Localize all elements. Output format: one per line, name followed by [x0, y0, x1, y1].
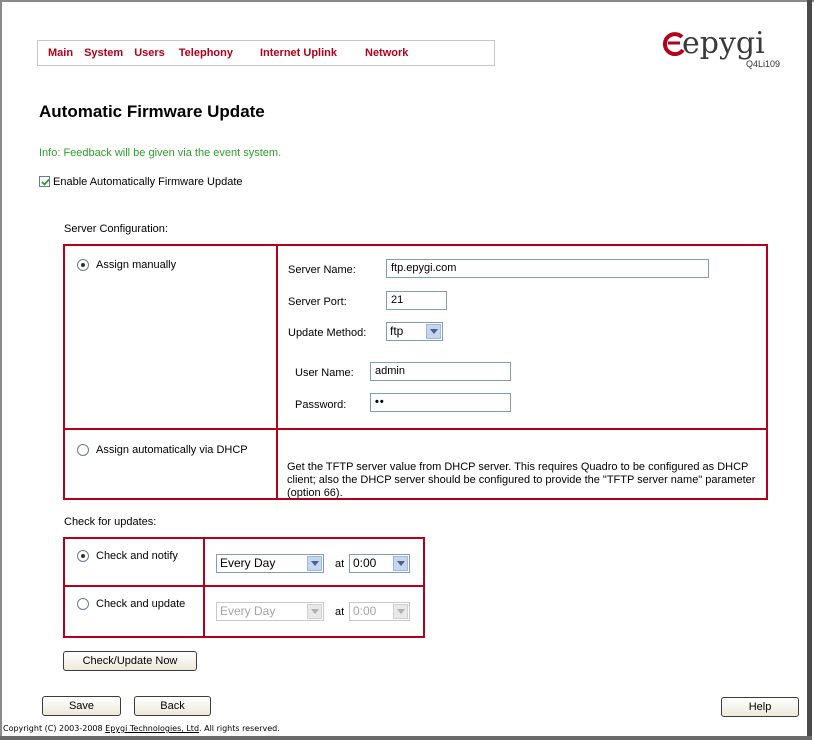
update-frequency-select: Every Day [216, 602, 324, 621]
logo-brand-text: epygi [682, 26, 765, 61]
assign-manually-radio[interactable] [77, 259, 89, 271]
dhcp-description: Get the TFTP server value from DHCP serv… [287, 461, 756, 499]
server-name-input[interactable]: ftp.epygi.com [386, 259, 709, 278]
check-updates-divider-v [203, 537, 205, 638]
epygi-link[interactable]: Epygi Technologies, Ltd [105, 724, 199, 733]
password-label: Password: [295, 399, 347, 411]
update-method-select[interactable]: ftp [386, 322, 443, 341]
window-right-edge [807, 0, 812, 740]
user-name-label: User Name: [295, 367, 354, 379]
page-title: Automatic Firmware Update [39, 102, 265, 121]
info-message: Info: Feedback will be given via the eve… [39, 147, 282, 159]
chevron-down-icon [426, 324, 441, 339]
update-time-value: 0:00 [353, 604, 377, 618]
notify-time-select[interactable]: 0:00 [349, 554, 410, 573]
password-input[interactable]: •• [370, 393, 511, 412]
enable-auto-update-label: Enable Automatically Firmware Update [53, 176, 243, 188]
update-method-label: Update Method: [288, 327, 367, 339]
check-updates-heading: Check for updates: [64, 516, 157, 528]
nav-telephony[interactable]: Telephony [179, 47, 233, 59]
back-button[interactable]: Back [134, 696, 211, 716]
enable-auto-update-checkbox[interactable] [39, 176, 50, 187]
update-method-value: ftp [390, 324, 404, 338]
copyright-footer: Copyright (C) 2003-2008 Epygi Technologi… [3, 724, 280, 733]
checkmark-icon [41, 178, 50, 186]
assign-manually-label: Assign manually [96, 259, 177, 271]
help-button[interactable]: Help [721, 697, 799, 717]
update-frequency-value: Every Day [220, 604, 276, 618]
server-port-label: Server Port: [288, 296, 347, 308]
nav-network[interactable]: Network [365, 47, 408, 59]
save-button[interactable]: Save [42, 696, 121, 716]
copyright-prefix: Copyright (C) 2003-2008 [3, 724, 106, 733]
server-config-divider-v [276, 244, 278, 500]
server-port-input[interactable]: 21 [386, 291, 447, 310]
update-time-select: 0:00 [349, 602, 410, 621]
logo-model-text: Q4Li109 [746, 59, 781, 69]
window-bottom-edge [0, 736, 812, 740]
check-update-radio[interactable] [77, 598, 89, 610]
notify-frequency-value: Every Day [220, 556, 276, 570]
check-update-now-button[interactable]: Check/Update Now [63, 651, 197, 671]
check-notify-label: Check and notify [96, 550, 178, 562]
copyright-suffix: . All rights reserved. [199, 724, 280, 733]
check-updates-divider-h [63, 585, 425, 587]
nav-users[interactable]: Users [134, 47, 165, 59]
server-config-heading: Server Configuration: [64, 223, 168, 235]
chevron-down-icon [307, 556, 322, 571]
check-notify-radio[interactable] [77, 550, 89, 562]
notify-frequency-select[interactable]: Every Day [216, 554, 324, 573]
main-nav: Main System Users Telephony Internet Upl… [37, 40, 495, 66]
server-name-label: Server Name: [288, 264, 356, 276]
notify-at-label: at [335, 558, 345, 570]
chevron-down-icon [393, 556, 408, 571]
assign-dhcp-label: Assign automatically via DHCP [96, 444, 248, 456]
server-config-divider-h [63, 428, 768, 430]
user-name-input[interactable]: admin [370, 362, 511, 381]
assign-dhcp-radio[interactable] [77, 444, 89, 456]
nav-internet-uplink[interactable]: Internet Uplink [260, 47, 337, 59]
check-update-label: Check and update [96, 598, 186, 610]
nav-system[interactable]: System [84, 47, 123, 59]
notify-time-value: 0:00 [353, 556, 377, 570]
chevron-down-icon [393, 604, 408, 619]
nav-main[interactable]: Main [48, 47, 73, 59]
chevron-down-icon [307, 604, 322, 619]
update-at-label: at [335, 606, 345, 618]
